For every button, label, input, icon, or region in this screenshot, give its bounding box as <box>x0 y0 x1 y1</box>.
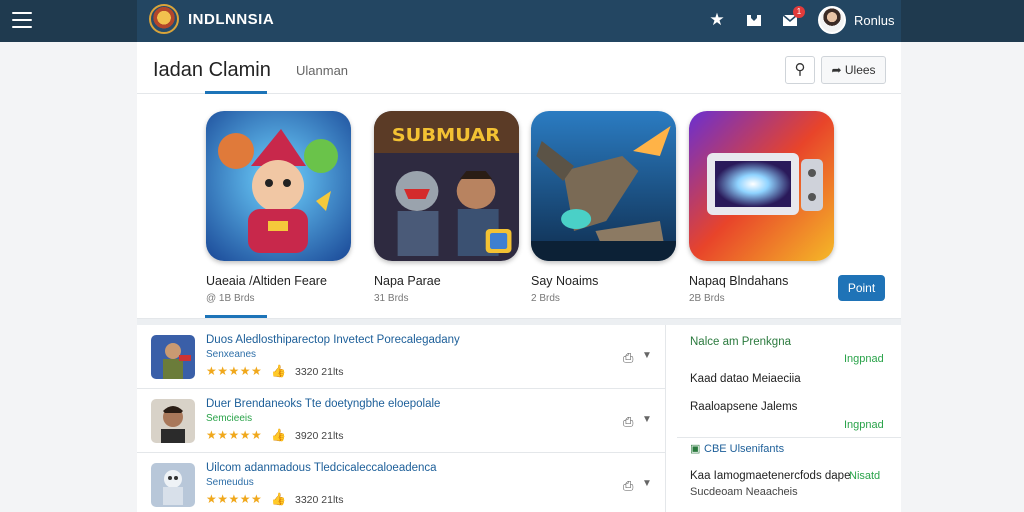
tile-banner: SUBMUAR <box>392 126 500 146</box>
active-tab-indicator <box>205 91 267 94</box>
bookmark-icon[interactable]: ⎙ <box>623 350 633 366</box>
star-rating: ★★★★★ <box>206 428 263 442</box>
share-button[interactable]: ➦ Ulees <box>821 56 886 84</box>
star-icon[interactable]: ★ <box>706 9 728 31</box>
list-item-subtitle: Semcieeis <box>206 413 253 424</box>
side-link[interactable]: Ingpnad <box>844 419 884 431</box>
rating-count: 3320 21lts <box>295 366 344 378</box>
list-item[interactable]: Duer Brendaneoks Tte doetyngbhe eloepola… <box>137 389 666 453</box>
badge-icon: ▣ <box>690 443 701 455</box>
list-item[interactable]: Uilcom adanmadous Tledcicaleccaloeadenca… <box>137 453 666 512</box>
app-list: Duos Aledlosthiparectop Invetect Porecal… <box>137 325 666 512</box>
search-button[interactable]: ⚲ <box>785 56 815 84</box>
app-thumbnail <box>151 399 195 443</box>
side-heading: CBE Ulsenifants <box>704 443 785 455</box>
list-item-subtitle: Semeudus <box>206 477 254 488</box>
page-header: Iadan Clamin Ulanman ⚲ ➦ Ulees <box>137 42 901 94</box>
page-background-left <box>0 42 137 512</box>
featured-tile[interactable]: SUBMUAR <box>374 111 519 261</box>
game-thumb-warrior-icon <box>151 335 195 379</box>
page-title: Iadan Clamin <box>153 59 271 81</box>
brand-name: INDLNNSIA <box>188 11 275 28</box>
thumbs-up-icon: 👍 <box>271 492 286 506</box>
star-rating: ★★★★★ <box>206 364 263 378</box>
side-heading: Nalce am Prenkgna <box>690 336 791 348</box>
page-background-right <box>901 42 1024 512</box>
notification-badge: 1 <box>793 6 805 18</box>
share-label: Ulees <box>844 63 876 77</box>
tile-title[interactable]: Napa Parae <box>374 274 441 288</box>
app-thumbnail <box>151 335 195 379</box>
list-item-subtitle: Senxeanes <box>206 349 257 360</box>
tile-meta: 31 Brds <box>374 293 409 304</box>
bookmark-icon[interactable]: ⎙ <box>623 478 633 494</box>
search-icon: ⚲ <box>794 61 806 78</box>
top-navbar: INDLNNSIA ★ 1 Ronlus <box>0 0 1024 42</box>
thumbs-up-icon: 👍 <box>271 428 286 442</box>
list-item-title[interactable]: Duer Brendaneoks Tte doetyngbhe eloepola… <box>206 398 440 410</box>
game-thumb-mech-icon <box>151 463 195 507</box>
mail-icon[interactable]: 1 <box>779 6 805 31</box>
tile-meta: 2 Brds <box>531 293 560 304</box>
side-item[interactable]: Kaad datao Meiaeciia <box>690 373 801 385</box>
list-item-title[interactable]: Duos Aledlosthiparectop Invetect Porecal… <box>206 334 460 346</box>
user-name[interactable]: Ronlus <box>854 13 894 28</box>
featured-tile[interactable] <box>531 111 676 261</box>
game-art-robot-icon <box>531 111 676 261</box>
tile-title[interactable]: Uaeaia /Altiden Feare <box>206 274 327 288</box>
tile-title[interactable]: Say Noaims <box>531 274 598 288</box>
rating-count: 3320 21lts <box>295 494 344 506</box>
main-panel: Iadan Clamin Ulanman ⚲ ➦ Ulees SUBMUAR U… <box>137 42 901 512</box>
tab-secondary[interactable]: Ulanman <box>296 63 348 78</box>
side-panel: Nalce am Prenkgna Ingpnad Kaad datao Mei… <box>677 325 901 512</box>
side-item[interactable]: Kaa Iamogmaetenercfods dape <box>690 470 850 482</box>
bookmark-icon[interactable]: ⎙ <box>623 414 633 430</box>
tile-meta: @ 1B Brds <box>206 293 255 304</box>
rating-count: 3920 21lts <box>295 430 344 442</box>
point-button[interactable]: Point <box>838 275 885 301</box>
avatar[interactable] <box>818 6 846 34</box>
side-link[interactable]: Nisatd <box>849 470 880 482</box>
list-item-title[interactable]: Uilcom adanmadous Tledcicaleccaloeadenca <box>206 462 437 474</box>
divider <box>677 437 901 438</box>
menu-icon[interactable] <box>12 12 32 28</box>
list-item[interactable]: Duos Aledlosthiparectop Invetect Porecal… <box>137 325 666 389</box>
featured-tile[interactable] <box>206 111 351 261</box>
game-art-hero-icon: SUBMUAR <box>374 111 519 261</box>
chevron-down-icon[interactable]: ▼ <box>642 478 652 489</box>
tile-meta: 2B Brds <box>689 293 725 304</box>
featured-tile[interactable] <box>689 111 834 261</box>
thumbs-up-icon: 👍 <box>271 364 286 378</box>
star-rating: ★★★★★ <box>206 492 263 506</box>
side-link[interactable]: Ingpnad <box>844 353 884 365</box>
tile-title[interactable]: Napaq Blndahans <box>689 274 788 288</box>
inbox-icon[interactable] <box>743 9 765 31</box>
chevron-down-icon[interactable]: ▼ <box>642 350 652 361</box>
game-art-character-icon <box>206 111 351 261</box>
side-item[interactable]: Sucdeoam Neaacheis <box>690 486 798 498</box>
game-thumb-portrait-icon <box>151 399 195 443</box>
app-thumbnail <box>151 463 195 507</box>
share-icon: ➦ <box>831 63 842 77</box>
brand-logo[interactable] <box>149 4 179 34</box>
game-art-console-icon <box>689 111 834 261</box>
side-item[interactable]: Raaloapsene Jalems <box>690 401 797 413</box>
chevron-down-icon[interactable]: ▼ <box>642 414 652 425</box>
